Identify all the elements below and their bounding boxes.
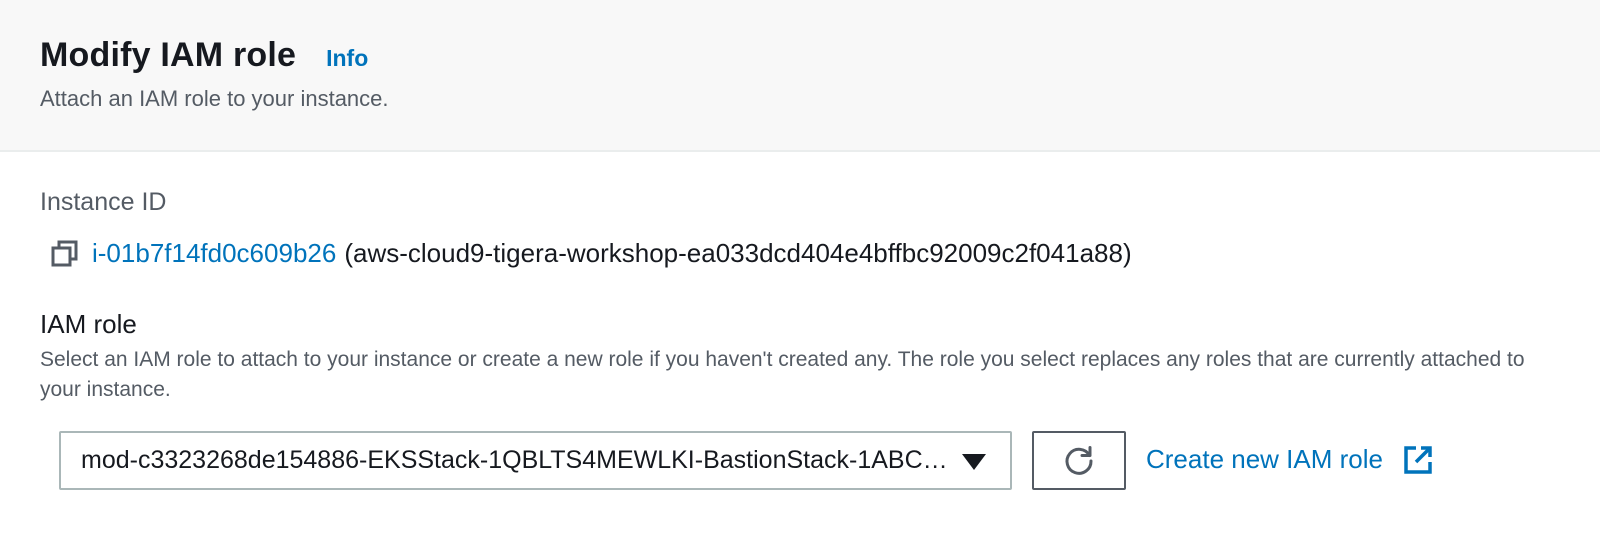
page-subtitle: Attach an IAM role to your instance.: [40, 86, 389, 111]
caret-down-icon: [962, 454, 986, 470]
iam-role-description: Select an IAM role to attach to your ins…: [40, 348, 1525, 401]
iam-role-select[interactable]: mod-c3323268de154886-EKSStack-1QBLTS4MEW…: [59, 431, 1012, 490]
external-link-icon: [1404, 445, 1432, 474]
title-row: Modify IAM role Info: [40, 36, 368, 75]
page-header: Modify IAM role Info Attach an IAM role …: [0, 0, 1600, 152]
instance-id-link[interactable]: i-01b7f14fd0c609b26: [92, 238, 336, 269]
page-title: Modify IAM role: [40, 36, 297, 74]
iam-role-label: IAM role: [40, 309, 137, 339]
instance-name: (aws-cloud9-tigera-workshop-ea033dcd404e…: [344, 238, 1132, 268]
info-link[interactable]: Info: [326, 45, 368, 72]
refresh-button[interactable]: [1032, 431, 1126, 490]
create-iam-role-link[interactable]: Create new IAM role: [1146, 444, 1433, 475]
copy-icon[interactable]: [50, 239, 80, 269]
refresh-icon: [1065, 445, 1093, 475]
create-iam-role-label: Create new IAM role: [1146, 444, 1383, 474]
instance-id-label: Instance ID: [40, 188, 167, 216]
iam-role-selected-value: mod-c3323268de154886-EKSStack-1QBLTS4MEW…: [81, 446, 951, 474]
instance-id-row: i-01b7f14fd0c609b26 (aws-cloud9-tigera-w…: [50, 238, 1132, 269]
